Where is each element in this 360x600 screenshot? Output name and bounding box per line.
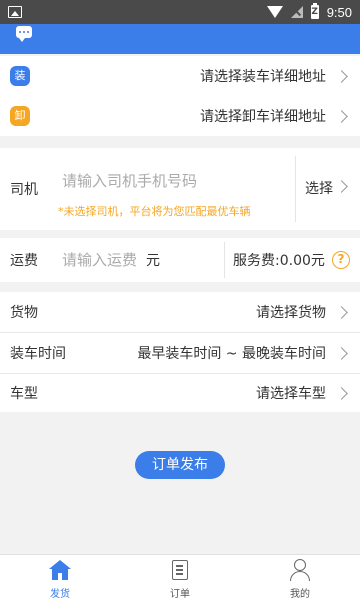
bottom-tab-bar: 发货 订单 我的	[0, 554, 360, 600]
load-address-row[interactable]: 装 请选择装车详细地址	[0, 56, 360, 96]
driver-note: *未选择司机，平台将为您匹配最优车辆	[58, 205, 251, 218]
wifi-icon	[266, 6, 283, 18]
tab-mine[interactable]: 我的	[240, 555, 360, 600]
vehicle-type-value: 请选择车型	[256, 386, 326, 402]
freight-unit: 元	[146, 253, 160, 269]
order-details: 货物 请选择货物 装车时间 最早装车时间 ~ 最晚装车时间 车型 请选择车型	[0, 292, 360, 412]
vehicle-type-label: 车型	[10, 386, 38, 402]
load-badge: 装	[10, 66, 30, 86]
image-icon	[8, 6, 22, 18]
tab-label: 我的	[290, 589, 310, 600]
message-icon[interactable]	[16, 26, 32, 42]
freight-input[interactable]: 请输入运费	[62, 249, 137, 270]
unload-badge: 卸	[10, 106, 30, 126]
tab-ship[interactable]: 发货	[0, 555, 120, 600]
chevron-right-icon	[335, 69, 348, 83]
driver-phone-input[interactable]: 请输入司机手机号码	[62, 170, 197, 191]
goods-value: 请选择货物	[256, 305, 326, 321]
select-driver-button[interactable]: 选择	[305, 178, 333, 198]
divider	[295, 156, 296, 222]
status-bar: Z 9:50	[0, 0, 360, 24]
app-bar	[0, 24, 360, 54]
home-icon	[49, 560, 71, 580]
tab-label: 发货	[50, 589, 70, 600]
address-card: 装 请选择装车详细地址 卸 请选择卸车详细地址	[0, 56, 360, 136]
publish-order-button[interactable]: 订单发布	[135, 451, 225, 479]
chevron-right-icon	[335, 109, 348, 123]
load-address-text: 请选择装车详细地址	[200, 69, 326, 85]
user-icon	[290, 559, 310, 581]
tab-orders[interactable]: 订单	[120, 555, 240, 600]
goods-row[interactable]: 货物 请选择货物	[0, 292, 360, 332]
question-icon[interactable]: ?	[332, 251, 350, 269]
load-time-value: 最早装车时间 ~ 最晚装车时间	[137, 346, 326, 362]
battery-icon: Z	[310, 3, 319, 19]
chevron-right-icon	[335, 346, 348, 360]
chevron-right-icon	[335, 386, 348, 400]
load-time-label: 装车时间	[10, 346, 66, 362]
chevron-right-icon	[335, 305, 348, 319]
signal-icon	[290, 6, 303, 18]
goods-label: 货物	[10, 305, 38, 321]
order-icon	[172, 560, 188, 580]
clock: 9:50	[326, 4, 352, 20]
load-time-row[interactable]: 装车时间 最早装车时间 ~ 最晚装车时间	[0, 333, 360, 373]
divider	[224, 242, 225, 278]
service-fee: 服务费:0.00元	[233, 253, 325, 269]
freight-section: 运费 请输入运费 元 服务费:0.00元 ?	[0, 238, 360, 282]
unload-address-text: 请选择卸车详细地址	[200, 109, 326, 125]
freight-label: 运费	[10, 253, 38, 269]
unload-address-row[interactable]: 卸 请选择卸车详细地址	[0, 96, 360, 136]
vehicle-type-row[interactable]: 车型 请选择车型	[0, 373, 360, 413]
tab-label: 订单	[170, 589, 190, 600]
driver-label: 司机	[10, 182, 38, 198]
driver-section: 司机 请输入司机手机号码 *未选择司机，平台将为您匹配最优车辆 选择	[0, 148, 360, 230]
chevron-right-icon	[335, 180, 348, 193]
